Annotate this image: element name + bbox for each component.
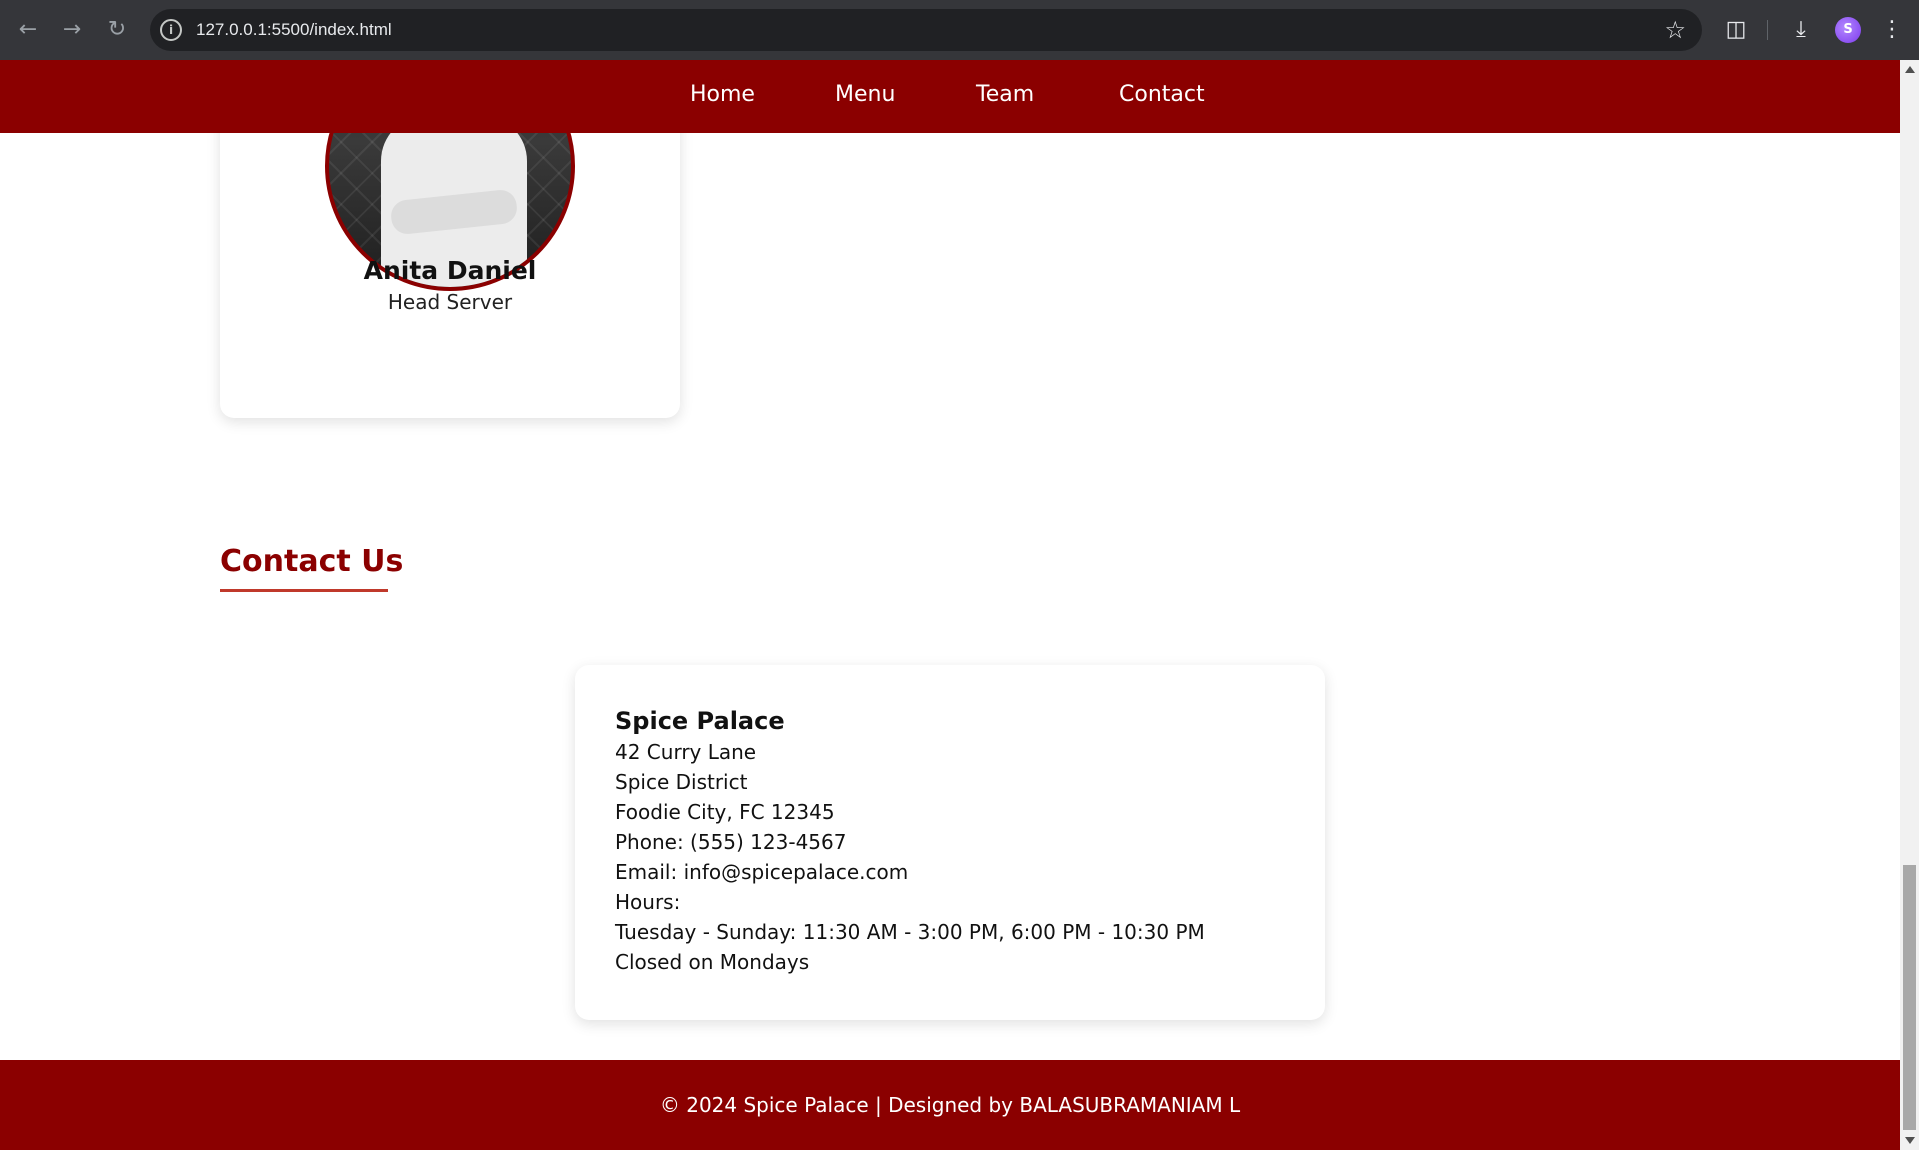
site-footer: © 2024 Spice Palace | Designed by BALASU… (0, 1060, 1900, 1150)
browser-toolbar: ← → ↻ i 127.0.0.1:5500/index.html ☆ ◫ ⤓ … (0, 0, 1919, 60)
phone-line: Phone: (555) 123-4567 (615, 830, 847, 854)
address-bar[interactable]: i 127.0.0.1:5500/index.html ☆ (150, 9, 1702, 51)
forward-icon[interactable]: → (58, 16, 86, 44)
scroll-up-icon[interactable] (1905, 66, 1915, 73)
team-member-name: Anita Daniel (363, 256, 537, 285)
extensions-icon[interactable]: ◫ (1720, 14, 1752, 46)
nav-home[interactable]: Home (690, 82, 755, 107)
site-nav: Home Menu Team Contact (0, 60, 1900, 133)
closed-line: Closed on Mondays (615, 950, 810, 974)
scroll-down-icon[interactable] (1905, 1137, 1915, 1144)
team-member-role: Head Server (387, 290, 513, 314)
nav-menu[interactable]: Menu (835, 82, 895, 107)
site-info-icon[interactable]: i (160, 19, 182, 41)
nav-team[interactable]: Team (976, 82, 1034, 107)
back-icon[interactable]: ← (14, 16, 42, 44)
page-scrollbar[interactable] (1900, 60, 1919, 1150)
address-line: 42 Curry Lane (615, 740, 757, 764)
business-name: Spice Palace (615, 707, 785, 735)
hours-label: Hours: (615, 890, 681, 914)
scrollbar-thumb[interactable] (1903, 865, 1916, 1130)
profile-avatar[interactable]: S (1835, 17, 1861, 43)
download-icon[interactable]: ⤓ (1785, 14, 1817, 46)
toolbar-divider (1767, 20, 1768, 40)
contact-heading: Contact Us (220, 544, 404, 579)
bookmark-star-icon[interactable]: ☆ (1664, 16, 1686, 44)
page-viewport: Anita Daniel Head Server Home Menu Team … (0, 60, 1900, 1150)
hours-line: Tuesday - Sunday: 11:30 AM - 3:00 PM, 6:… (615, 920, 1205, 944)
email-line: Email: info@spicepalace.com (615, 860, 909, 884)
heading-underline (220, 589, 388, 592)
more-menu-icon[interactable]: ⋮ (1876, 14, 1908, 46)
url-text[interactable]: 127.0.0.1:5500/index.html (196, 20, 392, 40)
city-line: Foodie City, FC 12345 (615, 800, 835, 824)
footer-copyright: © 2024 Spice Palace | Designed by BALASU… (659, 1093, 1241, 1117)
nav-contact[interactable]: Contact (1119, 82, 1205, 107)
district-line: Spice District (615, 770, 748, 794)
contact-card: Spice Palace 42 Curry Lane Spice Distric… (575, 665, 1325, 1020)
reload-icon[interactable]: ↻ (103, 16, 131, 44)
